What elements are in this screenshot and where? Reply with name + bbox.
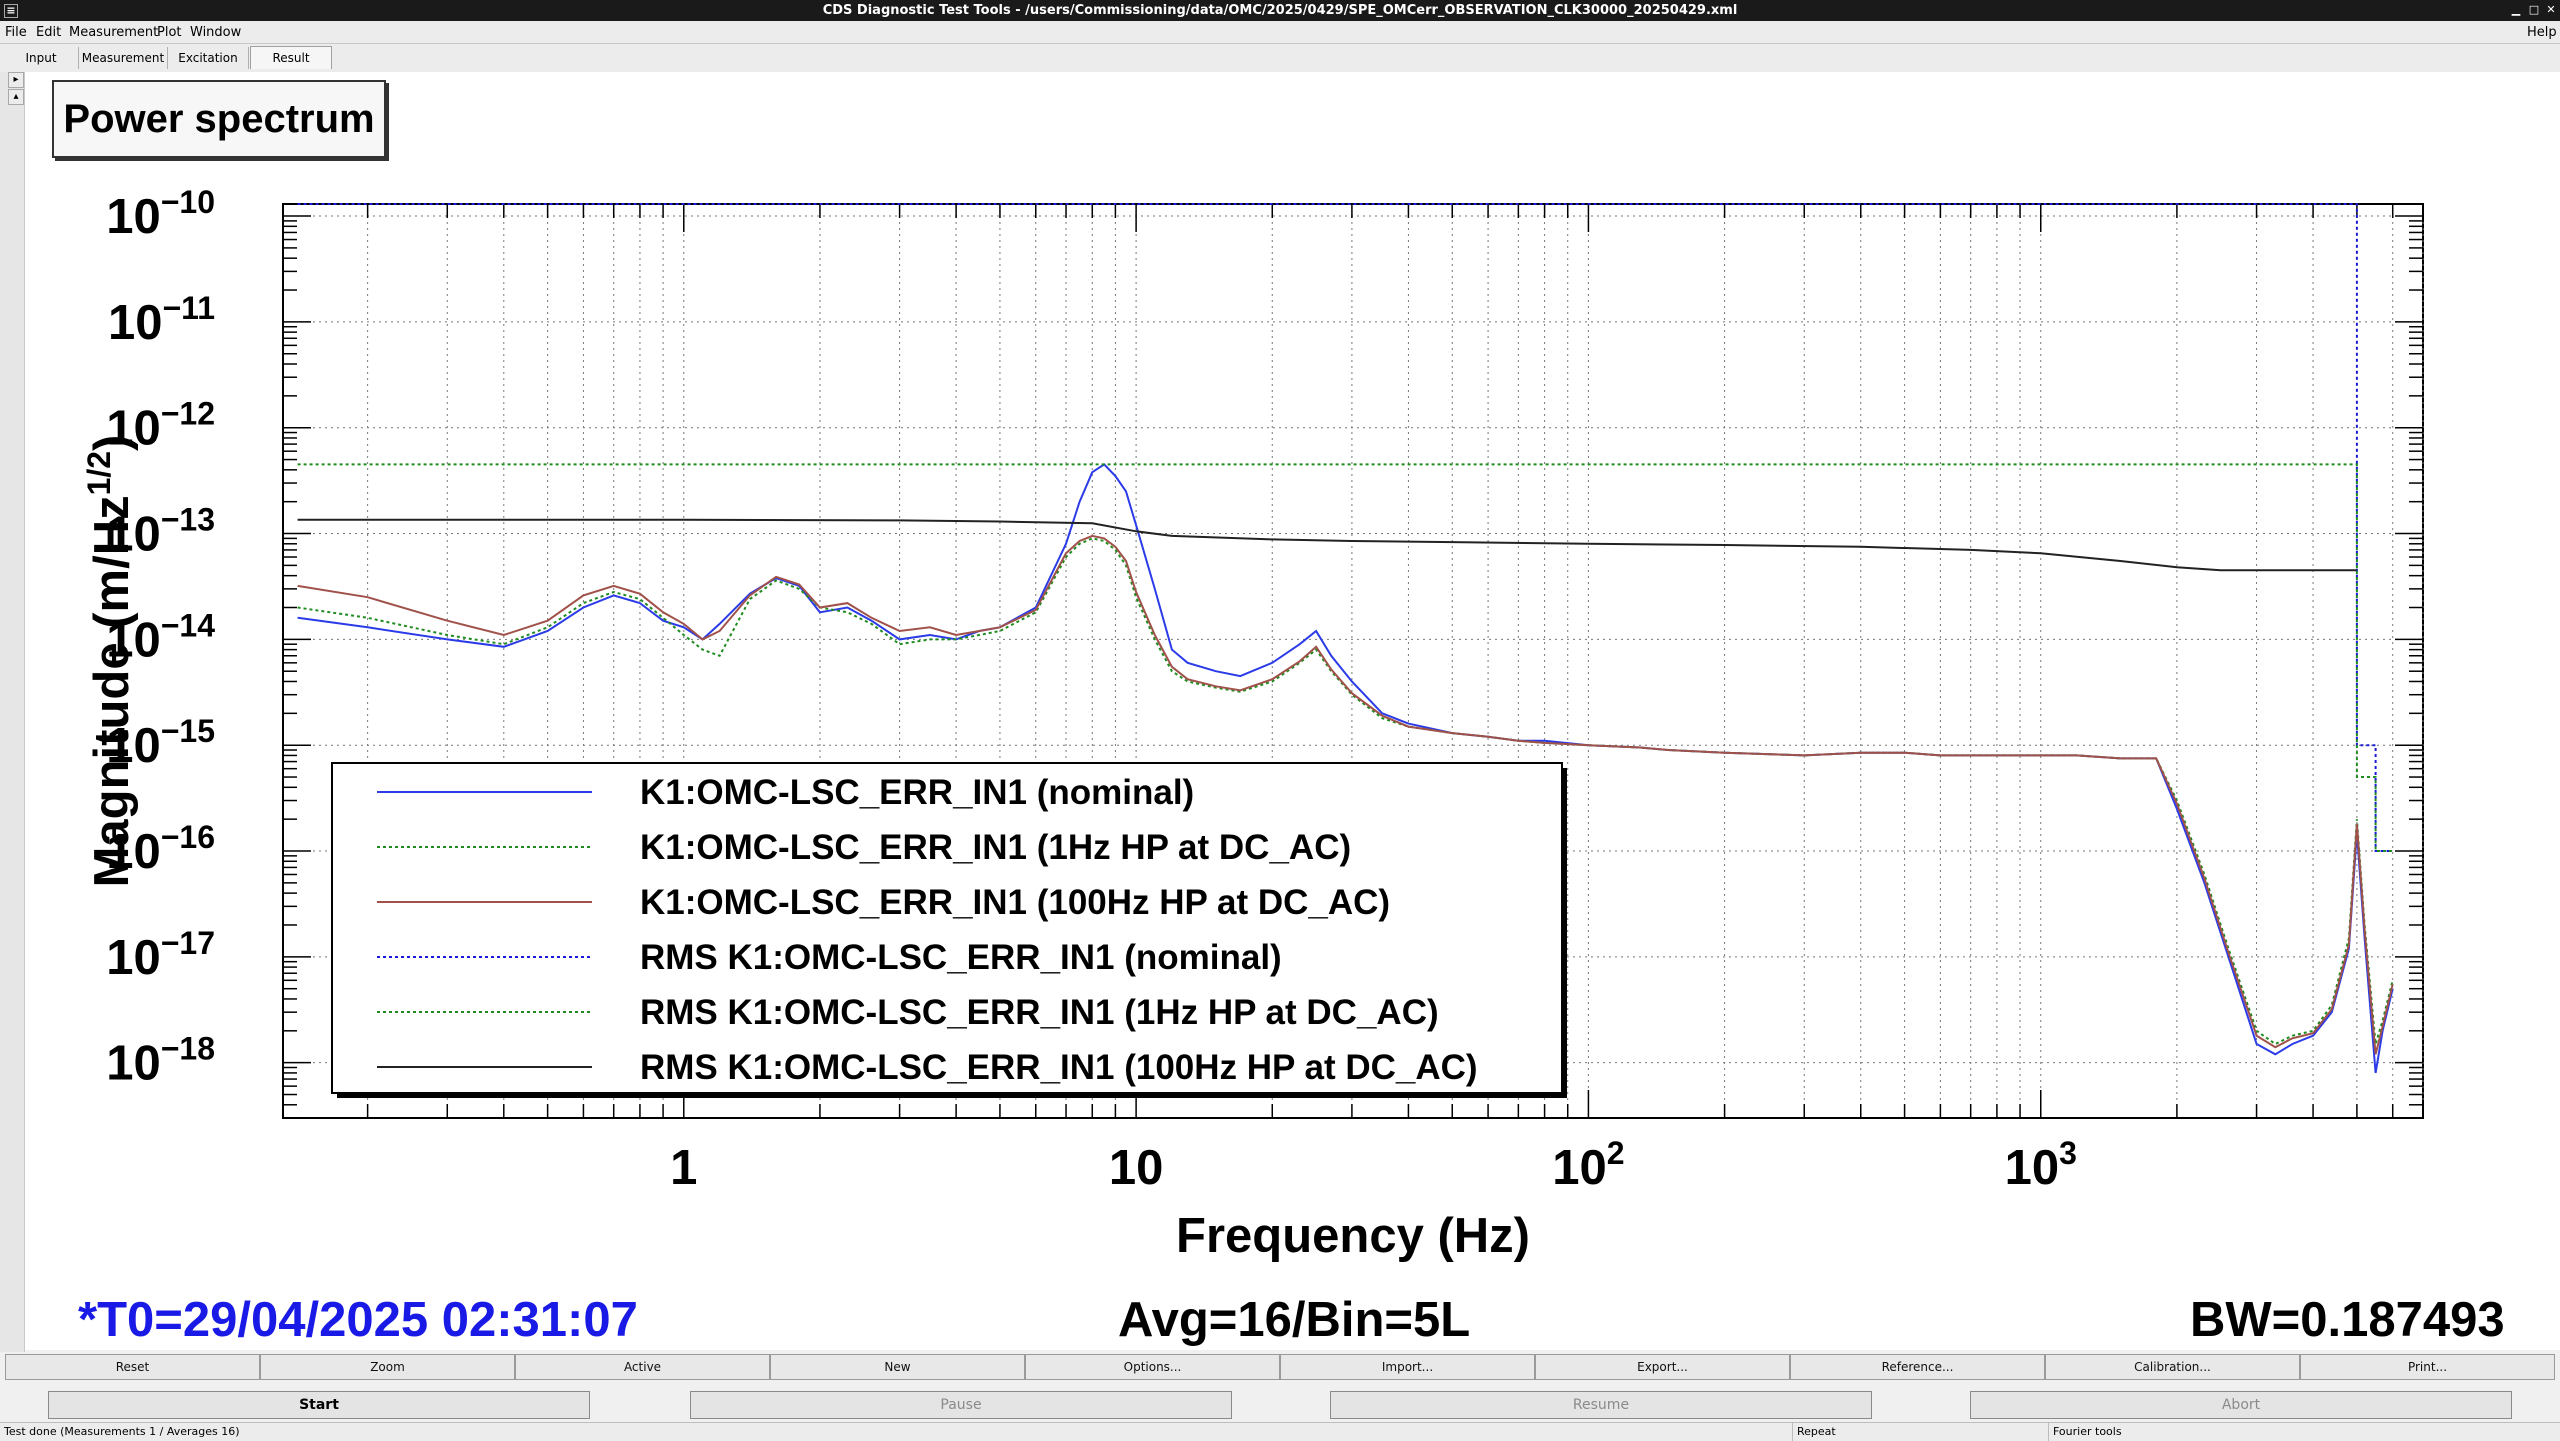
legend-box bbox=[331, 762, 1563, 1094]
import-button[interactable]: Import... bbox=[1280, 1354, 1535, 1380]
x-tick-label: 1 bbox=[670, 1141, 697, 1195]
legend-label-2: K1:OMC-LSC_ERR_IN1 (1Hz HP at DC_AC) bbox=[640, 828, 1351, 867]
avg-bin-info: Avg=16/Bin=5L bbox=[1118, 1293, 1471, 1347]
legend-label-6: RMS K1:OMC-LSC_ERR_IN1 (100Hz HP at DC_A… bbox=[640, 1048, 1478, 1087]
legend-label-1: K1:OMC-LSC_ERR_IN1 (nominal) bbox=[640, 773, 1194, 812]
x-tick-label: 102 bbox=[1552, 1135, 1624, 1195]
y-tick-label: 10−17 bbox=[106, 925, 215, 985]
y-tick-label: 10−18 bbox=[106, 1031, 215, 1091]
spectrum-chart[interactable]: 1 10 102 10310−1010−1110−1210−1310−1410−151… bbox=[0, 0, 2560, 1440]
status-fourier: Fourier tools bbox=[2048, 1423, 2122, 1441]
status-repeat: Repeat bbox=[1792, 1423, 1836, 1441]
bandwidth-info: BW=0.187493 bbox=[2190, 1293, 2505, 1347]
series-line-4 bbox=[297, 203, 2393, 852]
options-button[interactable]: Options... bbox=[1025, 1354, 1280, 1380]
x-axis-label: Frequency (Hz) bbox=[1176, 1209, 1530, 1263]
export-button[interactable]: Export... bbox=[1535, 1354, 1790, 1380]
legend-label-3: K1:OMC-LSC_ERR_IN1 (100Hz HP at DC_AC) bbox=[640, 883, 1390, 922]
reset-button[interactable]: Reset bbox=[5, 1354, 260, 1380]
plot-control-buttons: Reset Zoom Active New Options... Import... Exp… bbox=[5, 1354, 2555, 1380]
series-line-6 bbox=[297, 518, 2357, 572]
status-bar: Test done (Measurements 1 / Averages 16)… bbox=[0, 1422, 2560, 1441]
chart-legend[interactable]: K1:OMC-LSC_ERR_IN1 (nominal) K1:OMC-LSC_E… bbox=[331, 762, 1567, 1098]
y-tick-label: 10−10 bbox=[106, 184, 215, 244]
y-axis-label: Magnitude (m/Hz1/2) bbox=[81, 435, 139, 888]
pause-button[interactable]: Pause bbox=[690, 1391, 1232, 1419]
y-tick-label: 10−11 bbox=[108, 290, 215, 350]
start-button[interactable]: Start bbox=[48, 1391, 590, 1419]
zoom-button[interactable]: Zoom bbox=[260, 1354, 515, 1380]
reference-button[interactable]: Reference... bbox=[1790, 1354, 2045, 1380]
active-button[interactable]: Active bbox=[515, 1354, 770, 1380]
status-text: Test done (Measurements 1 / Averages 16) bbox=[4, 1425, 240, 1438]
abort-button[interactable]: Abort bbox=[1970, 1391, 2512, 1419]
t0-timestamp: *T0=29/04/2025 02:31:07 bbox=[78, 1293, 638, 1347]
resume-button[interactable]: Resume bbox=[1330, 1391, 1872, 1419]
x-tick-label: 10 bbox=[1109, 1141, 1164, 1195]
new-button[interactable]: New bbox=[770, 1354, 1025, 1380]
legend-label-4: RMS K1:OMC-LSC_ERR_IN1 (nominal) bbox=[640, 938, 1282, 977]
legend-label-5: RMS K1:OMC-LSC_ERR_IN1 (1Hz HP at DC_AC) bbox=[640, 993, 1439, 1032]
print-button[interactable]: Print... bbox=[2300, 1354, 2555, 1380]
plot-title: Power spectrum bbox=[52, 80, 386, 158]
calibration-button[interactable]: Calibration... bbox=[2045, 1354, 2300, 1380]
x-tick-label: 103 bbox=[2005, 1135, 2077, 1195]
